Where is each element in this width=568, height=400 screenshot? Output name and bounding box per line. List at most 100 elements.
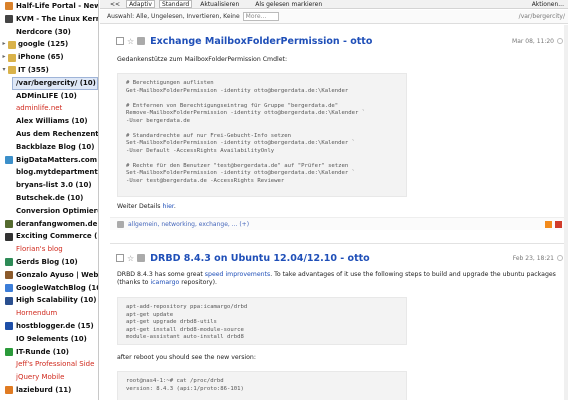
feed-label: Gonzalo Ayuso | Web (16, 270, 98, 279)
sidebar-feed[interactable]: ADMinLIFE (10) (0, 90, 98, 103)
share-icons (542, 220, 562, 228)
selection-options[interactable]: Alle, Ungelesen, Invertieren, Keine (136, 13, 240, 20)
details-link[interactable]: hier (162, 203, 173, 210)
feed-label: Aus dem Rechenzentru (16, 129, 98, 138)
article-intro: DRBD 8.4.3 has some great speed improvem… (117, 271, 565, 287)
feed-label: IO 9elements (10) (16, 334, 87, 343)
unread-toggle-icon[interactable] (557, 38, 563, 44)
sidebar-feed[interactable]: Alex Williams (10) (0, 115, 98, 128)
sidebar-feed[interactable]: lazieburd (11) (0, 384, 98, 397)
sidebar-feed[interactable]: GoogleWatchBlog (10) (0, 282, 98, 295)
feed-label: Conversion Optimierur (16, 206, 98, 215)
star-icon[interactable]: ☆ (127, 37, 134, 46)
sidebar-feed[interactable]: Exciting Commerce (17 (0, 230, 98, 243)
sidebar-feed[interactable]: bryans-list 3.0 (10) (0, 179, 98, 192)
feed-favicon-icon (5, 2, 13, 11)
feed-label: Butschek.de (10) (16, 193, 84, 202)
sidebar-feed[interactable]: High Scalability (10) (0, 294, 98, 307)
article: ☆ Exchange MailboxFolderPermission - ott… (110, 34, 565, 230)
article-title[interactable]: Exchange MailboxFolderPermission - otto (150, 36, 372, 47)
sidebar-feed[interactable]: /var/bergercity/ (10) (12, 76, 98, 90)
intro-text: DRBD 8.4.3 has some great (117, 271, 205, 278)
selection-prefix: Auswahl: (107, 13, 135, 20)
sidebar-feed[interactable]: Florian's blog (0, 243, 98, 256)
article-header: ☆ Exchange MailboxFolderPermission - ott… (110, 34, 565, 48)
feed-label: BigDataMatters.com ( (16, 155, 98, 164)
feed-label: jQuery Mobile (16, 373, 65, 382)
article-intro: Gedankenstütze zum MailboxFolderPermissi… (117, 56, 288, 63)
sidebar-category[interactable]: ▾ IT (355) (0, 64, 98, 77)
mark-read-button[interactable]: Als gelesen markieren (255, 1, 322, 8)
article-title[interactable]: DRBD 8.4.3 on Ubuntu 12.04/12.10 - otto (150, 253, 370, 264)
feed-label: Alex Williams (10) (16, 117, 88, 126)
feed-label: hostblogger.de (15) (16, 321, 94, 330)
article-date: Mar 08, 11:20 (512, 37, 554, 45)
sidebar-feed[interactable]: Gonzalo Ayuso | Web (0, 269, 98, 282)
feed-label: IT-Runde (10) (16, 347, 69, 356)
article-body: Gedankenstütze zum MailboxFolderPermissi… (110, 56, 565, 211)
feed-label: Nerdcore (30) (16, 27, 71, 36)
feed-sidebar: Half-Life Portal - News KVM - The Linux K… (0, 0, 99, 400)
rss-share-icon[interactable] (545, 220, 552, 228)
back-button[interactable]: << (110, 1, 120, 8)
feed-label: lazieburd (11) (16, 385, 72, 394)
feed-favicon-icon (5, 296, 13, 305)
sidebar-feed[interactable]: Backblaze Blog (10) (0, 141, 98, 154)
feed-favicon-icon (5, 322, 13, 331)
sidebar-feed[interactable]: Aus dem Rechenzentru (0, 128, 98, 141)
google-share-icon[interactable] (555, 220, 562, 228)
sidebar-feed[interactable]: Butschek.de (10) (0, 192, 98, 205)
actions-menu[interactable]: Aktionen... (532, 1, 564, 8)
feed-label: Backblaze Blog (10) (16, 142, 95, 151)
feed-favicon-icon (5, 155, 13, 164)
current-feed-path: /var/bergercity/ (518, 13, 565, 20)
sidebar-feed[interactable]: BigDataMatters.com ( (0, 154, 98, 167)
icamargo-link[interactable]: icamargo (150, 279, 179, 286)
sidebar-feed[interactable]: Gerds Blog (10) (0, 256, 98, 269)
select-checkbox[interactable] (116, 37, 124, 45)
select-checkbox[interactable] (116, 254, 124, 262)
sidebar-feed[interactable]: Hornendum (0, 307, 98, 320)
expand-toggle-icon[interactable]: ▸ (1, 51, 7, 64)
sidebar-feed[interactable]: Half-Life Portal - News (0, 0, 98, 13)
after-text: after reboot you should see the new vers… (117, 354, 256, 361)
refresh-button[interactable]: Aktualisieren (200, 1, 239, 8)
sidebar-feed[interactable]: jQuery Mobile (0, 371, 98, 384)
feed-favicon-icon (5, 386, 13, 395)
feed-label: blog.mytdepartment. (16, 168, 98, 177)
folder-icon (8, 40, 16, 49)
feed-icon (137, 254, 146, 262)
feed-favicon-icon (5, 283, 13, 292)
more-select[interactable]: More... (242, 12, 279, 21)
star-icon[interactable]: ☆ (127, 254, 134, 263)
feed-label: Gerds Blog (10) (16, 257, 78, 266)
article-tags: allgemein, networking, exchange, ... (+) (110, 217, 565, 230)
sidebar-feed[interactable]: deranfangwomen.de (1 (0, 218, 98, 231)
feed-label: Half-Life Portal - News (16, 2, 98, 10)
unread-toggle-icon[interactable] (557, 255, 563, 261)
feed-icon (137, 37, 146, 45)
article-list: ☆ Exchange MailboxFolderPermission - ott… (100, 25, 568, 400)
sidebar-feed[interactable]: hostblogger.de (15) (0, 320, 98, 333)
feed-label: IT (355) (18, 65, 49, 74)
sidebar-feed[interactable]: blog.mytdepartment. (0, 166, 98, 179)
view-mode-select[interactable]: Adaptiv (126, 0, 155, 8)
sidebar-feed[interactable]: adminlife.net (0, 102, 98, 115)
scrollbar[interactable] (564, 25, 568, 400)
sort-mode-select[interactable]: Standard (158, 0, 193, 8)
feed-favicon-icon (5, 347, 13, 356)
sidebar-feed[interactable]: KVM - The Linux Kerne (0, 13, 98, 26)
sidebar-category[interactable]: ▸ google (125) (0, 38, 98, 51)
speed-improvements-link[interactable]: speed improvements (205, 271, 270, 278)
expand-toggle-icon[interactable]: ▸ (1, 38, 7, 51)
feed-label: ADMinLIFE (10) (16, 91, 77, 100)
sidebar-feed[interactable]: Nerdcore (30) (0, 26, 98, 39)
sidebar-feed[interactable]: Jeff's Professional Side (0, 358, 98, 371)
sidebar-category[interactable]: ▸ iPhone (65) (0, 51, 98, 64)
feed-favicon-icon (5, 15, 13, 24)
sidebar-feed[interactable]: IO 9elements (10) (0, 333, 98, 346)
sidebar-feed[interactable]: IT-Runde (10) (0, 346, 98, 359)
sidebar-feed[interactable]: Conversion Optimierur (0, 205, 98, 218)
expand-toggle-icon[interactable]: ▾ (1, 64, 7, 77)
tag-list[interactable]: allgemein, networking, exchange, ... (+) (128, 221, 249, 228)
